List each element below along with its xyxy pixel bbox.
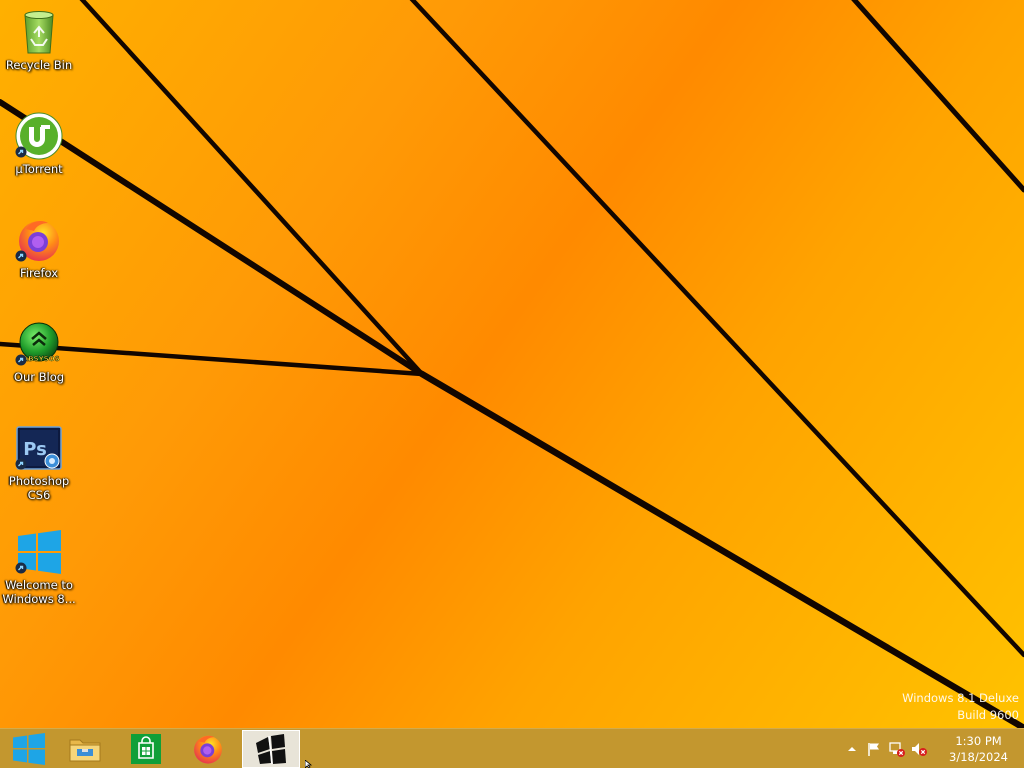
taskbar-clock[interactable]: 1:30 PM 3/18/2024: [949, 733, 1008, 765]
clock-time: 1:30 PM: [955, 734, 1002, 748]
desktop-icon-photoshop[interactable]: Ps Photoshop CS6: [2, 424, 76, 502]
store-icon: [131, 734, 161, 764]
shortcut-arrow-icon: [15, 458, 27, 470]
volume-muted-icon[interactable]: [911, 741, 927, 757]
taskbar-store-button[interactable]: [117, 730, 175, 768]
app-window-icon: [256, 734, 286, 765]
action-center-flag-icon[interactable]: [866, 741, 882, 757]
desktop-icon-firefox[interactable]: Firefox: [2, 216, 76, 280]
recycle-bin-icon: [24, 11, 54, 54]
shortcut-arrow-icon: [15, 562, 27, 574]
start-button[interactable]: [0, 730, 58, 768]
desktop-icon-label: Recycle Bin: [5, 58, 73, 72]
system-tray: 1:30 PM 3/18/2024: [834, 729, 1024, 769]
watermark-build: Build 9600: [957, 708, 1019, 722]
desktop-icon-label: µTorrent: [15, 162, 63, 176]
wallpaper-lines: [0, 0, 1024, 728]
network-error-icon[interactable]: [889, 741, 905, 757]
shortcut-arrow-icon: [15, 146, 27, 158]
start-windows-icon: [13, 733, 45, 765]
desktop-icon-recycle-bin[interactable]: Recycle Bin: [2, 8, 76, 72]
desktop-icon-label: Welcome to Windows 8...: [2, 578, 76, 606]
shortcut-arrow-icon: [15, 250, 27, 262]
file-explorer-icon: [69, 739, 101, 762]
shortcut-arrow-icon: [15, 354, 27, 366]
desktop-icon-label: Firefox: [19, 266, 59, 280]
windows-version-watermark: Windows 8.1 Deluxe Build 9600: [902, 690, 1019, 724]
mouse-cursor-icon: [305, 760, 313, 768]
taskbar-file-explorer-button[interactable]: [56, 730, 114, 768]
watermark-edition: Windows 8.1 Deluxe: [902, 691, 1019, 705]
show-hidden-icons-chevron-icon[interactable]: [844, 741, 860, 757]
desktop-icon-label: Our Blog: [13, 370, 65, 384]
desktop-icon-welcome-windows[interactable]: Welcome to Windows 8...: [2, 528, 76, 606]
photoshop-badge-text: Ps: [23, 439, 47, 460]
desktop-icon-label: Photoshop CS6: [8, 474, 70, 502]
taskbar: 1:30 PM 3/18/2024: [0, 728, 1024, 768]
taskbar-firefox-button[interactable]: [179, 730, 237, 768]
desktop[interactable]: Recycle Bin µTorrent Firefox LABSYSOS Ou…: [0, 0, 1024, 728]
firefox-icon: [194, 735, 222, 764]
clock-date: 3/18/2024: [949, 750, 1008, 764]
desktop-icon-utorrent[interactable]: µTorrent: [2, 112, 76, 176]
taskbar-active-app-button[interactable]: [242, 730, 300, 768]
desktop-icon-our-blog[interactable]: LABSYSOS Our Blog: [2, 320, 76, 384]
